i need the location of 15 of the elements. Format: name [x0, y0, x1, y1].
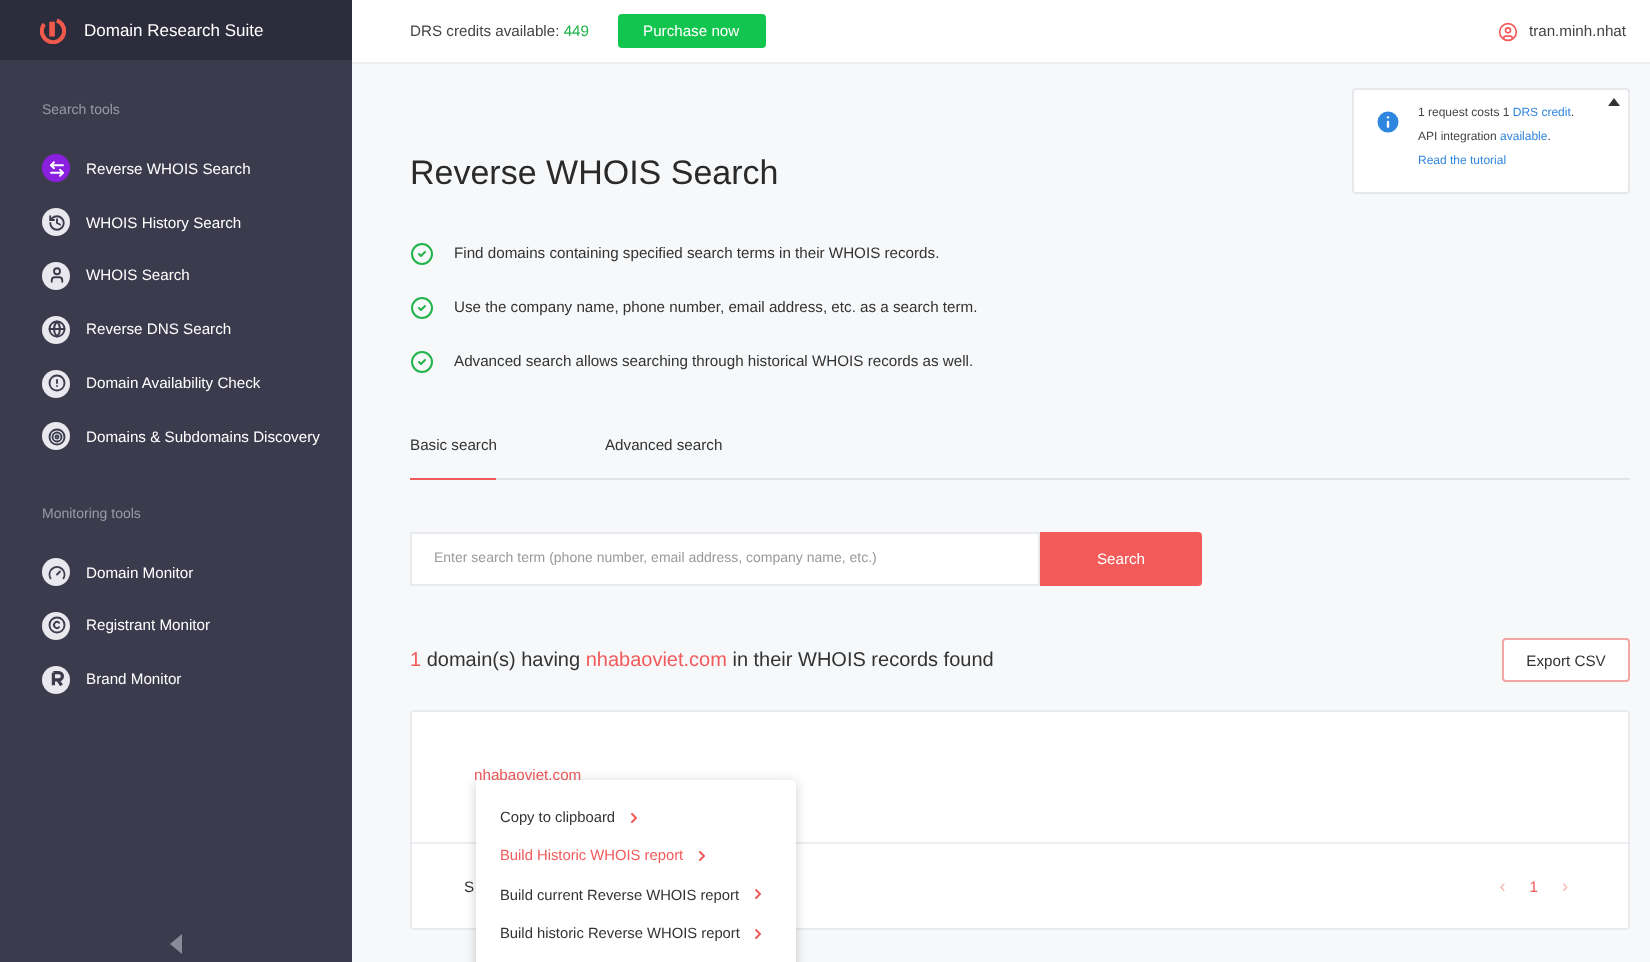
- chevron-right-icon: [625, 809, 642, 826]
- result-heading: 1 domain(s) having nhabaoviet.com in their WHOIS records found: [410, 649, 994, 671]
- check-icon: [410, 349, 434, 373]
- info-icon: [1374, 108, 1402, 136]
- check-icon: [410, 295, 434, 319]
- chevron-right-icon: [749, 886, 766, 903]
- chevron-right-icon: [749, 925, 766, 942]
- page-title: Reverse WHOIS Search: [410, 154, 779, 194]
- check-icon: [410, 241, 434, 265]
- collapse-icon[interactable]: [170, 934, 182, 954]
- user-icon: [1498, 21, 1519, 41]
- brand-name: Domain Research Suite: [84, 20, 264, 40]
- chevron-right-icon: [693, 847, 710, 864]
- logo-icon: [40, 17, 66, 43]
- collapse-caret-icon[interactable]: [1608, 98, 1620, 106]
